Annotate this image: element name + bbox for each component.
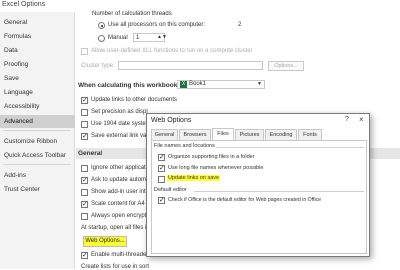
group-divider: [216, 147, 364, 148]
use-1904-label: Use 1904 date system: [91, 121, 151, 127]
scale-content-checkbox[interactable]: [81, 200, 88, 208]
sidebar-item-general[interactable]: General: [0, 16, 75, 29]
workbook-name: Book1: [189, 81, 207, 87]
check-office-default-label: Check if Office is the default editor fo…: [168, 197, 322, 203]
sidebar-item-advanced[interactable]: Advanced: [0, 115, 75, 128]
sidebar-item-proofing[interactable]: Proofing: [0, 58, 75, 71]
manual-threads-value: 1: [136, 35, 140, 41]
enable-multithreaded-checkbox[interactable]: [81, 251, 88, 259]
allow-xll-label: Allow user-defined XLL functions to run …: [91, 48, 253, 54]
excel-icon: X: [180, 81, 187, 88]
spinner-arrows-icon[interactable]: ▲▼: [157, 34, 167, 40]
files-tab-panel: File names and locations Organize suppor…: [151, 140, 367, 254]
sidebar-item-save[interactable]: Save: [0, 72, 75, 85]
create-lists-label: Create lists for use in sort: [81, 264, 150, 270]
sidebar-item-quick-access-toolbar[interactable]: Quick Access Toolbar: [0, 149, 75, 162]
always-open-label: Always open encrypted: [91, 213, 154, 219]
check-office-default-checkbox[interactable]: [158, 196, 165, 204]
show-addin-label: Show add-in user inte: [91, 189, 150, 195]
sidebar-item-language[interactable]: Language: [0, 86, 75, 99]
ask-update-label: Ask to update automa: [91, 177, 150, 183]
window-titlebar: Excel Options: [0, 0, 400, 12]
always-open-checkbox[interactable]: [81, 213, 88, 220]
sidebar-item-formulas[interactable]: Formulas: [0, 30, 75, 43]
save-external-checkbox[interactable]: [81, 132, 88, 140]
update-links-checkbox[interactable]: [81, 96, 88, 104]
set-precision-checkbox[interactable]: [81, 109, 88, 116]
help-icon[interactable]: ?: [345, 116, 349, 123]
web-options-dialog: Web Options ? × General Browsers Files P…: [146, 113, 370, 257]
update-links-on-save-label: Update links on save: [167, 175, 221, 181]
close-icon[interactable]: ×: [359, 115, 364, 124]
tab-general[interactable]: General: [151, 129, 178, 140]
calc-threads-label: Number of calculation threads: [92, 11, 172, 17]
scale-content-label: Scale content for A4 o: [91, 201, 150, 207]
window-title: Excel Options: [2, 1, 46, 8]
manual-threads-stepper[interactable]: 1 ▲▼: [133, 33, 167, 42]
chevron-down-icon: ▼: [257, 81, 262, 87]
use-1904-checkbox[interactable]: [81, 121, 88, 128]
show-addin-checkbox[interactable]: [81, 189, 88, 196]
organize-files-checkbox[interactable]: [158, 153, 165, 161]
sidebar-item-customize-ribbon[interactable]: Customize Ribbon: [0, 135, 75, 148]
tab-pictures[interactable]: Pictures: [235, 129, 264, 140]
save-external-label: Save external link valu: [91, 133, 152, 139]
at-startup-label: At startup, open all files i: [81, 225, 147, 231]
workbook-select[interactable]: X Book1 ▼: [177, 80, 265, 89]
when-calc-label: When calculating this workbook:: [78, 82, 180, 89]
enable-multithreaded-label: Enable multi-threaded: [91, 252, 150, 258]
use-long-names-label: Use long file names whenever possible: [168, 165, 264, 171]
use-all-processors-radio[interactable]: [98, 22, 105, 29]
sidebar-divider: [3, 130, 71, 131]
ignore-other-label: Ignore other applicati: [91, 165, 148, 171]
manual-threads-label: Manual: [108, 35, 128, 41]
manual-threads-radio[interactable]: [98, 35, 105, 42]
cluster-options-button[interactable]: Options...: [268, 61, 304, 71]
use-long-names-checkbox[interactable]: [158, 164, 165, 172]
file-names-group-title: File names and locations: [154, 143, 215, 149]
update-links-on-save-checkbox[interactable]: [158, 176, 165, 183]
cluster-type-select[interactable]: [118, 61, 263, 70]
sidebar-divider: [3, 164, 71, 165]
ask-update-checkbox[interactable]: [81, 176, 88, 184]
sidebar-item-data[interactable]: Data: [0, 44, 75, 57]
tab-fonts[interactable]: Fonts: [298, 129, 322, 140]
set-precision-label: Set precision as displ: [91, 109, 148, 115]
tab-encoding[interactable]: Encoding: [265, 129, 297, 140]
processors-count: 2: [238, 22, 242, 28]
use-all-processors-label: Use all processors on this computer:: [108, 22, 206, 28]
organize-files-label: Organize supporting files in a folder: [168, 154, 255, 160]
sidebar-item-accessibility[interactable]: Accessibility: [0, 100, 75, 113]
default-editor-group-title: Default editor: [154, 187, 187, 193]
update-links-label: Update links to other documents: [91, 97, 178, 103]
allow-xll-checkbox[interactable]: [81, 48, 88, 55]
web-options-button[interactable]: Web Options...: [83, 236, 127, 247]
ignore-other-checkbox[interactable]: [81, 165, 88, 172]
cluster-type-label: Cluster type:: [81, 63, 115, 69]
dialog-title: Web Options: [151, 117, 192, 124]
options-sidebar: General Formulas Data Proofing Save Lang…: [0, 12, 75, 269]
sidebar-item-add-ins[interactable]: Add-ins: [0, 169, 75, 182]
sidebar-item-trust-center[interactable]: Trust Center: [0, 183, 75, 196]
group-divider: [194, 191, 364, 192]
tab-browsers[interactable]: Browsers: [179, 129, 211, 140]
